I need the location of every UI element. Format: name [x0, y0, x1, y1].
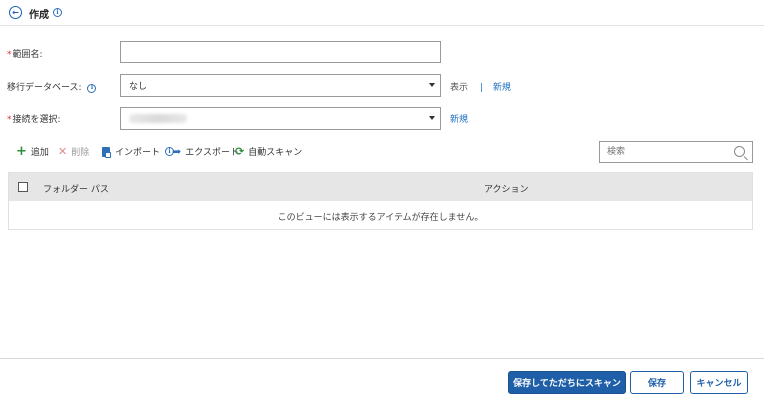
select-all-checkbox[interactable]	[18, 182, 28, 192]
migration-db-label: 移行データベース: i	[7, 80, 97, 94]
required-asterisk: *	[7, 50, 12, 60]
empty-table-message: このビューには表示するアイテムが存在しません。	[277, 213, 484, 223]
page-header: ← 作成 i	[0, 0, 764, 26]
column-action[interactable]: アクション	[484, 182, 529, 195]
caret-down-icon	[429, 116, 435, 120]
folder-table: フォルダー パス アクション このビューには表示するアイテムが存在しません。	[8, 172, 753, 230]
search-icon[interactable]	[734, 146, 745, 157]
save-button[interactable]: 保存	[630, 371, 684, 394]
back-arrow-icon[interactable]: ←	[9, 6, 22, 19]
add-button[interactable]: + 追加	[16, 145, 49, 158]
column-folder-path[interactable]: フォルダー パス	[43, 182, 109, 195]
table-header: フォルダー パス アクション	[9, 173, 752, 201]
separator: |	[479, 83, 483, 93]
save-and-scan-button[interactable]: 保存してただちにスキャン	[508, 371, 626, 394]
import-icon	[102, 146, 111, 158]
refresh-icon: ⟳	[235, 145, 245, 158]
new-connection-link[interactable]: 新規	[450, 115, 468, 125]
new-migration-db-link[interactable]: 新規	[493, 83, 511, 93]
plus-icon: +	[16, 144, 27, 159]
migration-db-selected: なし	[129, 82, 148, 92]
search-box[interactable]	[599, 141, 753, 163]
redacted-connection-value	[129, 114, 187, 123]
required-asterisk: *	[7, 115, 12, 125]
search-input[interactable]	[600, 142, 720, 162]
connection-actions: 新規	[450, 112, 468, 125]
range-name-input[interactable]	[120, 41, 441, 63]
info-icon[interactable]: i	[87, 83, 97, 93]
connection-select[interactable]	[120, 107, 441, 130]
connection-label: *接続を選択:	[7, 115, 61, 125]
info-icon[interactable]: i	[53, 8, 62, 17]
caret-down-icon	[429, 83, 435, 87]
show-link[interactable]: 表示	[450, 83, 468, 93]
x-icon: ✕	[58, 145, 68, 158]
auto-scan-button[interactable]: ⟳ 自動スキャン	[235, 145, 302, 158]
migration-db-select[interactable]: なし	[120, 74, 441, 97]
share-arrow-icon: ➦	[172, 145, 182, 158]
delete-button[interactable]: ✕ 削除	[58, 145, 89, 158]
export-button[interactable]: ➦ エクスポート	[172, 145, 239, 158]
range-name-label: *範囲名:	[7, 50, 43, 60]
migration-db-actions: 表示 | 新規	[450, 80, 511, 93]
import-button[interactable]: インポート i	[102, 145, 175, 158]
footer-divider	[0, 358, 764, 359]
page-title: 作成	[29, 10, 49, 21]
cancel-button[interactable]: キャンセル	[690, 371, 748, 394]
